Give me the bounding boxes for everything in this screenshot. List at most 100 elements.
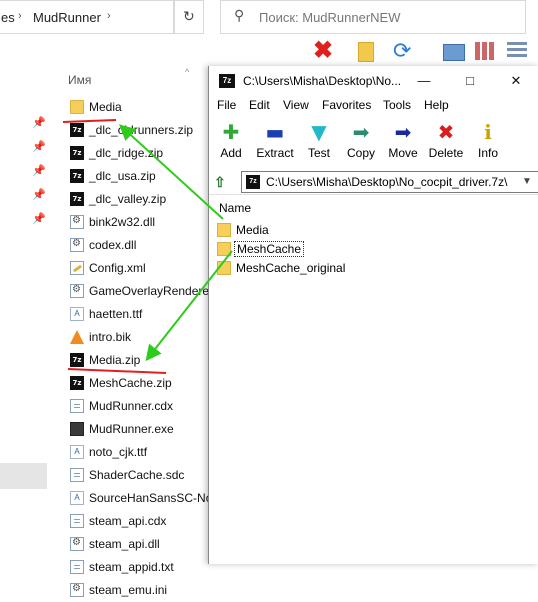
pin-icon[interactable]: 📌: [32, 212, 46, 225]
nav-selected-item[interactable]: [0, 463, 47, 489]
file-row[interactable]: Ahaetten.ttf: [68, 304, 218, 326]
delete-button[interactable]: ✖ Delete: [425, 118, 467, 164]
file-row[interactable]: 7z MeshCache.zip: [68, 373, 218, 395]
folder-icon: [217, 261, 231, 275]
file-row[interactable]: GameOverlayRenderer: [68, 281, 218, 303]
breadcrumb-segment-current[interactable]: MudRunner: [33, 10, 101, 25]
toolbar-label: Delete: [428, 146, 464, 160]
large-icons-view-icon[interactable]: [442, 40, 465, 62]
7zip-app-icon: 7z: [219, 74, 235, 88]
file-row[interactable]: A SourceHanSansSC-Nor: [68, 488, 218, 510]
file-row[interactable]: MudRunner.exe: [68, 419, 218, 441]
pin-icon[interactable]: 📌: [32, 140, 46, 153]
file-row[interactable]: MudRunner.cdx: [68, 396, 218, 418]
font-file-icon: A: [70, 491, 84, 505]
refresh-button[interactable]: ↻: [174, 0, 204, 34]
chevron-down-icon[interactable]: ▼: [522, 176, 532, 187]
sync-icon[interactable]: ⟳: [393, 40, 415, 62]
copy-button[interactable]: ➡ Copy: [341, 118, 381, 164]
path-combobox[interactable]: 7z C:\Users\Misha\Desktop\No_cocpit_driv…: [241, 171, 538, 193]
add-button[interactable]: ✚ Add: [213, 118, 249, 164]
medium-icons-view-icon[interactable]: [474, 40, 496, 62]
file-name: bink2w32.dll: [89, 215, 156, 229]
search-icon: ⚲: [234, 7, 245, 23]
menu-help[interactable]: Help: [424, 98, 449, 112]
file-name: intro.bik: [89, 330, 132, 344]
toolbar-label: Add: [220, 146, 242, 160]
file-row[interactable]: 7z _dlc_valley.zip: [68, 189, 218, 211]
file-row[interactable]: Config.xml: [68, 258, 218, 280]
address-bar[interactable]: es › MudRunner ›: [0, 0, 174, 34]
doc-file-icon: [70, 514, 84, 528]
7z-file-icon: 7z: [70, 146, 84, 160]
move-button[interactable]: ➡ Move: [383, 118, 423, 164]
search-placeholder: Поиск: MudRunnerNEW: [259, 10, 401, 25]
minus-icon: ▬: [265, 120, 285, 144]
font-file-icon: A: [70, 307, 84, 321]
menu-edit[interactable]: Edit: [249, 98, 270, 112]
column-header-name[interactable]: Name: [219, 201, 251, 215]
item-name: Media: [236, 223, 269, 237]
xml-file-icon: [70, 261, 84, 275]
test-button[interactable]: ▼ Test: [301, 118, 337, 164]
file-row[interactable]: 7z _dlc_ridge.zip: [68, 143, 218, 165]
file-row[interactable]: steam_appid.txt: [68, 557, 218, 579]
folder-icon[interactable]: [355, 40, 377, 62]
file-row[interactable]: 7z _dlc_usa.zip: [68, 166, 218, 188]
up-folder-icon[interactable]: ⇧: [214, 174, 226, 191]
details-view-icon[interactable]: [506, 40, 528, 62]
file-row[interactable]: Media: [68, 97, 218, 119]
file-row[interactable]: steam_api.cdx: [68, 511, 218, 533]
exe-file-icon: [70, 422, 84, 436]
plus-icon: ✚: [222, 120, 240, 144]
7zip-window: 7z C:\Users\Misha\Desktop\No... — □ ✕ Fi…: [208, 66, 538, 564]
file-name: _dlc_oldrunners.zip: [89, 123, 194, 137]
search-box[interactable]: ⚲ Поиск: MudRunnerNEW: [220, 0, 526, 34]
file-row[interactable]: steam_emu.ini: [68, 580, 218, 602]
maximize-button[interactable]: □: [447, 66, 493, 96]
file-row[interactable]: 7z _dlc_oldrunners.zip: [68, 120, 218, 142]
menu-view[interactable]: View: [283, 98, 309, 112]
menu-file[interactable]: File: [217, 98, 236, 112]
close-button[interactable]: ✕: [493, 66, 538, 96]
file-row[interactable]: 7z Media.zip: [68, 350, 218, 372]
folder-file-icon: [70, 100, 84, 114]
file-row[interactable]: Anoto_cjk.ttf: [68, 442, 218, 464]
minimize-button[interactable]: —: [401, 66, 447, 96]
gear-file-icon: [70, 238, 84, 252]
chevron-right-icon[interactable]: ›: [107, 10, 111, 22]
gear-file-icon: [70, 284, 84, 298]
7z-file-icon: 7z: [70, 192, 84, 206]
toolbar-label: Info: [477, 146, 498, 160]
7z-file-icon: 7z: [70, 376, 84, 390]
column-header-name[interactable]: Имя: [68, 73, 91, 87]
file-name: MudRunner.cdx: [89, 399, 174, 413]
file-name: _dlc_usa.zip: [89, 169, 156, 183]
sort-ascending-icon: ^: [185, 67, 190, 77]
file-row[interactable]: intro.bik: [68, 327, 218, 349]
menu-favorites[interactable]: Favorites: [322, 98, 371, 112]
menu-bar: File Edit View Favorites Tools Help: [209, 96, 538, 116]
file-name: haetten.ttf: [89, 307, 143, 321]
file-row[interactable]: steam_api.dll: [68, 534, 218, 556]
breadcrumb-segment-parent[interactable]: es: [1, 10, 15, 25]
file-name: steam_api.cdx: [89, 514, 167, 528]
file-row[interactable]: codex.dll: [68, 235, 218, 257]
file-name: Config.xml: [89, 261, 146, 275]
pin-icon[interactable]: 📌: [32, 164, 46, 177]
file-row[interactable]: bink2w32.dll: [68, 212, 218, 234]
file-name: _dlc_valley.zip: [89, 192, 167, 206]
pin-icon[interactable]: 📌: [32, 188, 46, 201]
file-name: steam_emu.ini: [89, 583, 168, 597]
doc-file-icon: [70, 399, 84, 413]
pin-icon[interactable]: 📌: [32, 116, 46, 129]
doc-file-icon: [70, 468, 84, 482]
menu-tools[interactable]: Tools: [383, 98, 411, 112]
title-bar[interactable]: 7z C:\Users\Misha\Desktop\No... — □ ✕: [209, 66, 538, 96]
gear-file-icon: [70, 583, 84, 597]
file-row[interactable]: ShaderCache.sdc: [68, 465, 218, 487]
info-button[interactable]: i Info: [471, 118, 505, 164]
toolbar-label: Extract: [256, 146, 294, 160]
extract-button[interactable]: ▬ Extract: [251, 118, 299, 164]
delete-icon[interactable]: ✖: [313, 39, 335, 63]
